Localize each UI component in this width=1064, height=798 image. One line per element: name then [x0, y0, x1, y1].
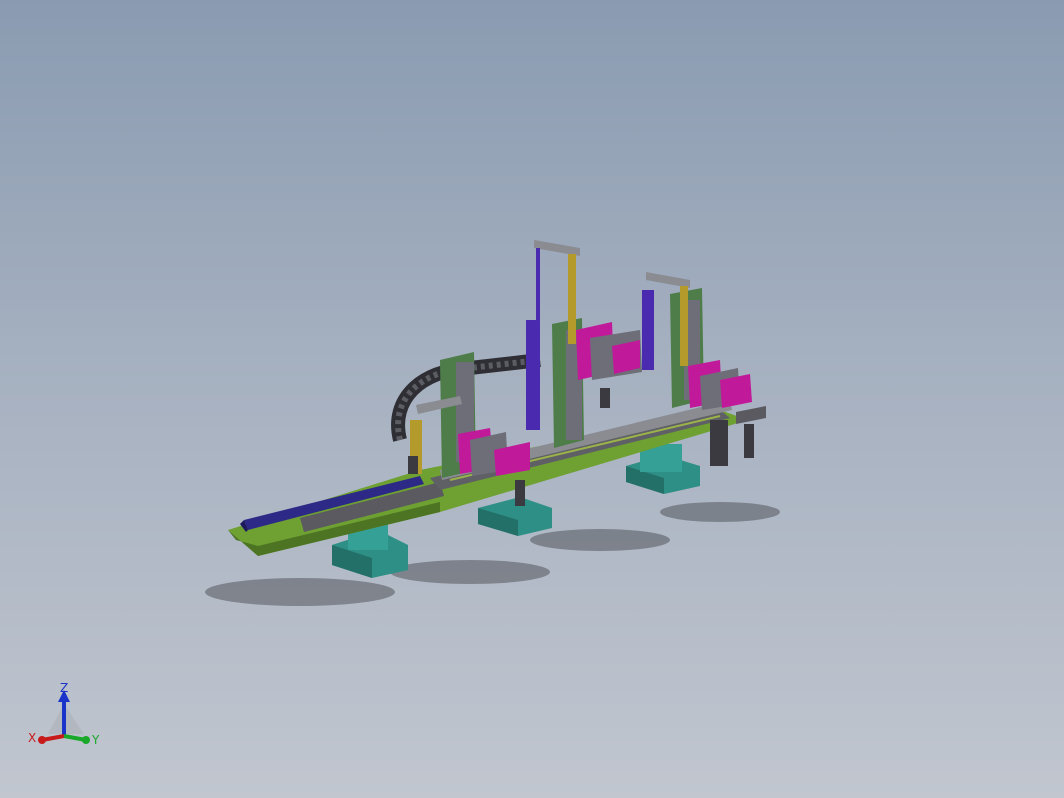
cad-viewport[interactable]: Z X Y — [0, 0, 1064, 798]
axis-triad[interactable]: Z X Y — [22, 676, 112, 756]
assembly-model[interactable] — [0, 0, 1064, 798]
z-axis-label: Z — [60, 681, 68, 695]
x-axis-label: X — [28, 731, 36, 745]
y-axis-label: Y — [91, 733, 100, 747]
station-frame-middle[interactable] — [526, 240, 642, 448]
y-arrow-icon — [82, 736, 90, 744]
x-arrow-icon — [38, 736, 46, 744]
